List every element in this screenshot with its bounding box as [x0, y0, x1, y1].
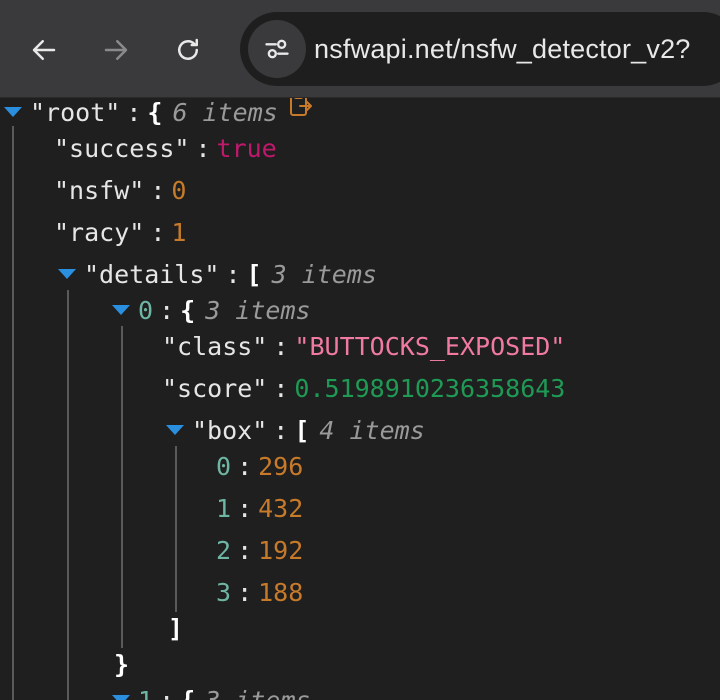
json-row-box-close: ] — [168, 614, 184, 643]
json-row-racy: "racy":1 — [54, 218, 187, 247]
copy-icon[interactable] — [288, 98, 314, 131]
json-row-box-0: 0:296 — [216, 452, 304, 481]
json-row-item1[interactable]: 1:{3 items — [112, 681, 311, 700]
json-row-box[interactable]: "box":[4 items — [166, 411, 425, 451]
json-row-root[interactable]: "root":{6 items — [4, 98, 314, 133]
json-row-details[interactable]: "details":[3 items — [58, 255, 377, 295]
box-guide-line — [175, 446, 177, 612]
json-row-nsfw: "nsfw":0 — [54, 176, 187, 205]
json-row-box-3: 3:188 — [216, 578, 304, 607]
collapse-triangle-icon[interactable] — [112, 305, 130, 315]
json-row-item0[interactable]: 0:{3 items — [112, 291, 311, 331]
json-row-class: "class": "BUTTOCKS_EXPOSED" — [162, 332, 566, 361]
json-viewer: "root":{6 items "success": true "nsfw":0 … — [0, 98, 720, 700]
json-row-box-1: 1:432 — [216, 494, 304, 523]
item0-guide-line — [121, 326, 123, 648]
json-row-item0-close: } — [114, 650, 130, 679]
reload-icon — [178, 38, 198, 60]
collapse-triangle-icon[interactable] — [166, 425, 184, 435]
json-row-box-2: 2:192 — [216, 536, 304, 565]
details-guide-line — [67, 290, 69, 700]
url-text[interactable]: nsfwapi.net/nsfw_detector_v2? — [314, 12, 691, 86]
tune-icon — [265, 39, 289, 59]
back-button[interactable] — [22, 28, 66, 72]
json-row-score: "score":0.5198910236358643 — [162, 374, 566, 403]
collapse-triangle-icon[interactable] — [4, 107, 22, 117]
back-arrow-icon — [32, 40, 56, 60]
address-bar[interactable]: nsfwapi.net/nsfw_detector_v2? — [240, 12, 720, 86]
site-info-button[interactable] — [248, 20, 306, 78]
collapse-triangle-icon[interactable] — [112, 695, 130, 700]
reload-button[interactable] — [166, 28, 210, 72]
root-guide-line — [12, 126, 14, 700]
forward-arrow-icon — [104, 40, 128, 60]
forward-button[interactable] — [94, 28, 138, 72]
browser-toolbar: nsfwapi.net/nsfw_detector_v2? — [0, 0, 720, 98]
collapse-triangle-icon[interactable] — [58, 269, 76, 279]
json-row-success: "success": true — [54, 134, 277, 163]
